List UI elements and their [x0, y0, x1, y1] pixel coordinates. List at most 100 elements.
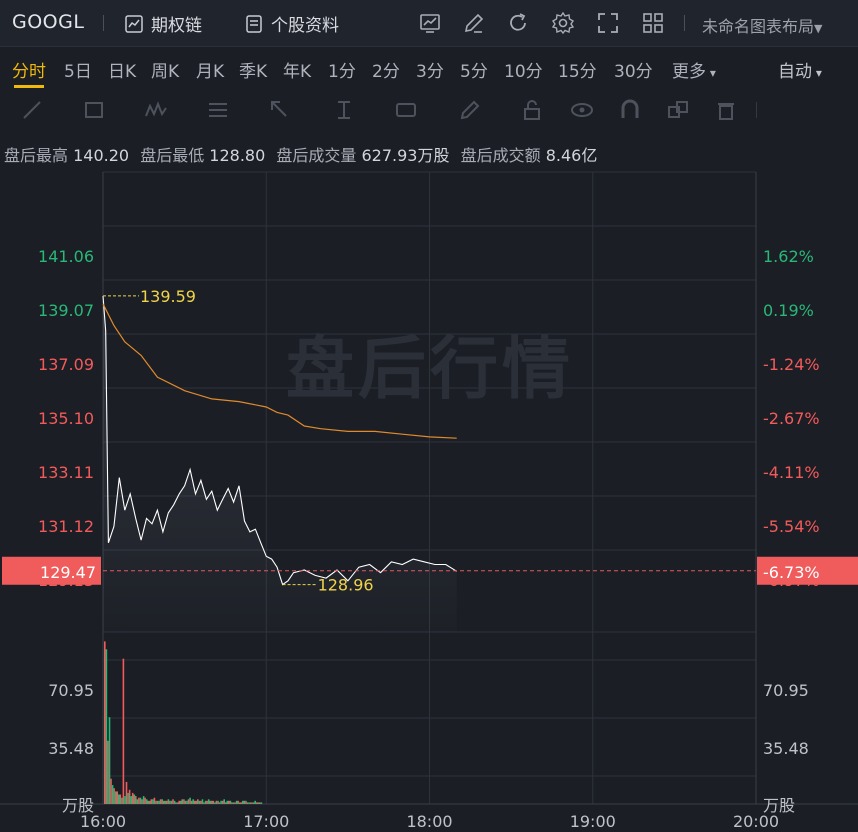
volume-bar-down [159, 799, 162, 804]
intraday-chart[interactable]: 盘后行情 141.06 139.07 137.09 135.10 133.11 131.12… [0, 0, 858, 832]
volume-bar-up [204, 800, 207, 804]
volume-bar-down [156, 800, 159, 804]
volume-bar-up [152, 799, 154, 804]
pct-tick-label: -1.24% [763, 355, 820, 374]
volume-bar-up [229, 800, 232, 804]
time-tick-label: 16:00 [80, 812, 126, 831]
volume-bar-up [232, 802, 235, 804]
max-price-marker: 139.59 [140, 287, 196, 306]
volume-bar-up [248, 802, 250, 804]
volume-bar-down [249, 802, 252, 804]
volume-bar-down [153, 797, 156, 804]
volume-bar-down [255, 802, 258, 804]
volume-bar-up [235, 800, 238, 804]
volume-bar-down [166, 800, 168, 804]
pct-tick-label: -4.11% [763, 463, 820, 482]
volume-tick-label: 70.95 [48, 681, 94, 700]
time-tick-label: 20:00 [733, 812, 779, 831]
volume-bar-down [234, 802, 236, 804]
volume-bar-up [127, 792, 129, 804]
current-price-label: 129.47 [40, 563, 96, 582]
volume-bar-down [221, 800, 224, 804]
volume-bar-down [243, 800, 246, 804]
volume-bar-down [175, 802, 177, 804]
volume-bar-down [240, 802, 242, 804]
volume-bar-down [231, 802, 233, 804]
volume-bar-up [189, 797, 191, 804]
volume-bar-up [176, 802, 179, 804]
volume-bar-down [131, 792, 134, 804]
volume-bar-down [122, 658, 125, 804]
current-pct-label: -6.73% [763, 563, 820, 582]
watermark-text: 盘后行情 [286, 330, 574, 409]
volume-bar-down [110, 778, 112, 804]
volume-bar-down [128, 789, 131, 804]
volume-bar-down [181, 799, 184, 804]
volume-bar-down [237, 800, 239, 804]
volume-bar-up [158, 800, 160, 804]
volume-bar-down [116, 791, 118, 804]
volume-bar-up [133, 794, 136, 804]
volume-bar-down [147, 800, 149, 804]
volume-bar-up [118, 794, 120, 804]
volume-bar-up [207, 799, 210, 804]
volume-bar-down [104, 641, 106, 804]
volume-bar-up [108, 717, 111, 804]
volume-bar-up [139, 797, 142, 804]
price-tick-label: 139.07 [38, 301, 94, 320]
volume-bar-up [130, 796, 132, 804]
volume-bar-down [212, 800, 215, 804]
time-tick-label: 17:00 [243, 812, 289, 831]
volume-tick-label: 35.48 [48, 739, 94, 758]
volume-bar-up [142, 796, 145, 804]
volume-bar-down [138, 797, 140, 804]
volume-bar-down [259, 802, 261, 804]
volume-bar-up [155, 800, 157, 804]
volume-bar-up [254, 800, 256, 804]
volume-bar-up [260, 802, 263, 804]
volume-bar-down [200, 800, 202, 804]
volume-bar-down [246, 802, 249, 804]
volume-bar-down [150, 799, 153, 804]
volume-bar-up [186, 800, 188, 804]
volume-bar-up [149, 800, 151, 804]
volume-bar-up [170, 800, 173, 804]
volume-bar-up [167, 799, 170, 804]
pct-tick-label: -5.54% [763, 517, 820, 536]
min-price-marker: 128.96 [318, 576, 374, 595]
volume-bar-down [190, 800, 193, 804]
time-tick-label: 18:00 [406, 812, 452, 831]
volume-bar-up [238, 802, 241, 804]
volume-bar-down [224, 802, 227, 804]
volume-bar-down [169, 800, 171, 804]
volume-bar-up [257, 802, 260, 804]
volume-bar-down [141, 799, 143, 804]
volume-bar-up [201, 799, 204, 804]
price-tick-label: 141.06 [38, 247, 94, 266]
volume-bar-down [135, 796, 137, 804]
volume-bar-down [184, 800, 187, 804]
volume-bar-down [178, 800, 180, 804]
volume-bar-up [192, 799, 194, 804]
volume-bar-up [164, 800, 167, 804]
volume-bar-down [172, 799, 174, 804]
volume-bar-up [217, 800, 219, 804]
volume-bar-up [114, 791, 117, 804]
volume-tick-label: 35.48 [763, 739, 809, 758]
volume-bar-down [144, 797, 146, 804]
volume-bar-up [173, 800, 176, 804]
volume-bar-up [145, 799, 148, 804]
volume-tick-label: 70.95 [763, 681, 809, 700]
price-tick-label: 137.09 [38, 355, 94, 374]
volume-bar-up [121, 797, 123, 804]
volume-bar-up [183, 799, 185, 804]
volume-bar-up [198, 800, 201, 804]
volume-bar-up [161, 799, 163, 804]
volume-bar-down [187, 799, 190, 804]
volume-bar-up [211, 800, 213, 804]
volume-bar-down [113, 788, 115, 804]
price-tick-label: 131.12 [38, 517, 94, 536]
pct-tick-label: 0.19% [763, 301, 814, 320]
volume-bar-down [206, 800, 208, 804]
volume-bar-up [111, 785, 114, 804]
